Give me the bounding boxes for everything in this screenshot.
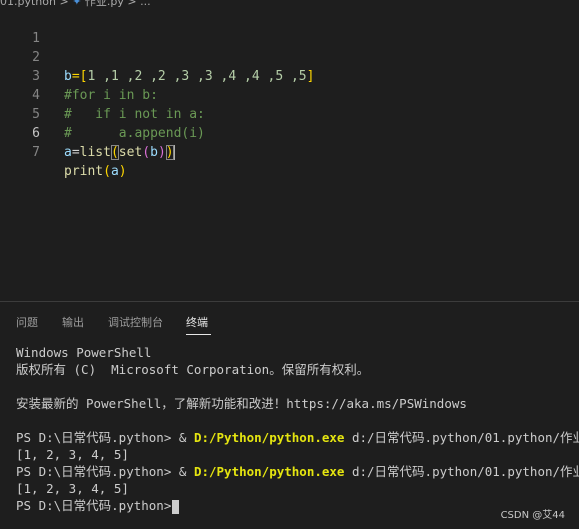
terminal-cursor [172,499,180,514]
terminal-prompt: PS D:\日常代码.python> & [16,430,194,445]
text-cursor [173,145,175,160]
terminal-line: [1, 2, 3, 4, 5] [16,481,129,496]
code-line-active[interactable]: 6 a=list(set(b)) [0,105,579,160]
code-token: ) [118,164,127,179]
terminal-line: [1, 2, 3, 4, 5] [16,447,129,462]
breadcrumb-folder[interactable]: 01.python [0,0,56,8]
code-token: print [64,164,104,179]
breadcrumb-file[interactable]: 作业.py [85,0,124,8]
matching-bracket: ( [110,145,119,160]
code-token: list [79,145,111,160]
code-line[interactable]: 2 b=[1 ,1 ,2 ,2 ,3 ,3 ,4 ,4 ,5 ,5] [0,29,579,84]
terminal-prompt: PS D:\日常代码.python> & [16,464,194,479]
tab-terminal[interactable]: 终端 [186,314,208,330]
code-line[interactable]: 7 print(a) [0,124,579,179]
line-number: 7 [32,145,40,160]
terminal-line: 版权所有 (C) Microsoft Corporation。保留所有权利。 [16,362,370,377]
breadcrumb-separator: > [55,0,73,8]
terminal-command-line: PS D:\日常代码.python> & D:/Python/python.ex… [16,463,579,480]
code-line[interactable]: 3 #for i in b: [0,48,579,103]
terminal-line: Windows PowerShell [16,345,152,360]
code-editor[interactable]: 1 2 b=[1 ,1 ,2 ,2 ,3 ,3 ,4 ,4 ,5 ,5] 3 #… [0,10,579,179]
terminal-prompt: PS D:\日常代码.python> [16,498,172,513]
code-line[interactable]: 1 [0,10,579,46]
python-exe-path: D:/Python/python.exe [193,430,345,445]
terminal-command-line: PS D:\日常代码.python> & D:/Python/python.ex… [16,429,579,446]
tab-problems[interactable]: 问题 [16,314,38,330]
code-line[interactable]: 5 # a.append(i) [0,86,579,141]
code-line[interactable]: 4 # if i not in a: [0,67,579,122]
terminal-input-line[interactable]: PS D:\日常代码.python> [16,497,579,514]
active-tab-indicator [186,334,211,335]
python-file-icon: ✦ [72,0,82,8]
terminal-line: 安装最新的 PowerShell，了解新功能和改进！https://aka.ms… [16,396,467,411]
tab-debug-console[interactable]: 调试控制台 [108,314,163,330]
python-exe-path: D:/Python/python.exe [193,464,345,479]
panel-tabs: 问题 输出 调试控制台 终端 [0,302,579,338]
terminal-output[interactable]: Windows PowerShell 版权所有 (C) Microsoft Co… [16,344,579,514]
code-token: ( [142,145,151,160]
tab-output[interactable]: 输出 [62,314,84,330]
code-token: b [150,145,158,160]
code-token: ( [103,164,111,179]
code-token: a [64,145,72,160]
matching-bracket: ) [165,145,174,160]
watermark: CSDN @艾44 [500,510,565,521]
code-token: = [71,145,80,160]
breadcrumb[interactable]: 01.python > ✦ 作业.py > ... [0,0,151,8]
code-token: a [110,164,119,179]
breadcrumb-more[interactable]: > ... [124,0,150,8]
code-token: set [118,145,143,160]
code-token: ) [157,145,166,160]
script-path: d:/日常代码.python/01.python/作业.py [351,430,579,445]
script-path: d:/日常代码.python/01.python/作业.py [351,464,579,479]
